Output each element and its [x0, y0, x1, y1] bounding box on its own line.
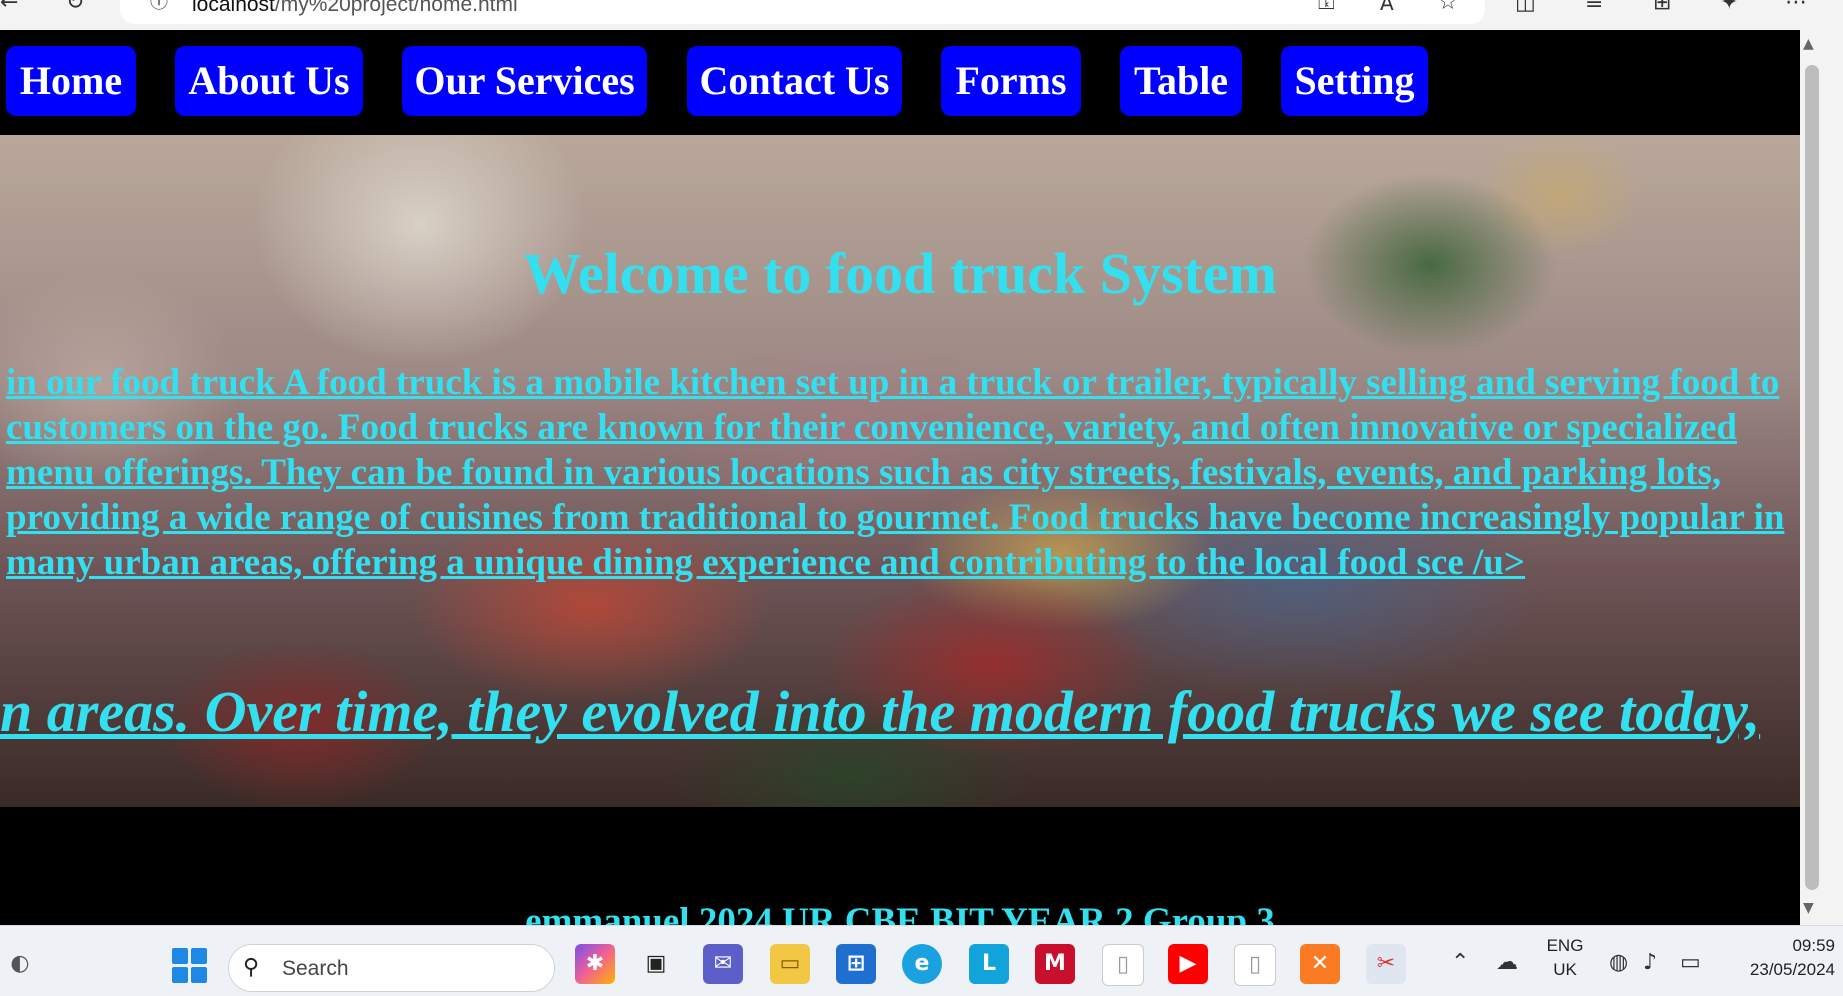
language-top[interactable]: ENG [1545, 936, 1585, 956]
edge-browser-icon[interactable]: e [902, 944, 942, 984]
nav-forms-button[interactable]: Forms [941, 46, 1081, 116]
start-button[interactable] [172, 948, 208, 984]
battery-icon[interactable]: ▭ [1680, 950, 1701, 975]
l-app-icon[interactable]: L [969, 944, 1009, 984]
split-screen-icon[interactable]: ◫ [1515, 0, 1536, 14]
nav-our-services-button[interactable]: Our Services [402, 46, 647, 116]
scroll-up-arrow-icon[interactable]: ▲ [1803, 36, 1814, 52]
show-hidden-icons-chevron-icon[interactable]: ⌃ [1451, 950, 1469, 975]
snipping-tool-icon[interactable]: ✂ [1366, 944, 1406, 984]
info-icon[interactable]: ⓘ [150, 0, 168, 14]
scroll-down-arrow-icon[interactable]: ▼ [1803, 900, 1814, 916]
clock-date[interactable]: 23/05/2024 [1725, 960, 1835, 980]
volume-icon[interactable]: ♪ [1643, 950, 1657, 975]
onedrive-cloud-icon[interactable]: ☁ [1496, 950, 1518, 975]
copilot-icon[interactable]: ✱ [575, 944, 615, 984]
favorites-list-icon[interactable]: ≡ [1585, 0, 1603, 14]
nav-table-button[interactable]: Table [1120, 46, 1242, 116]
main-nav: Home About Us Our Services Contact Us Fo… [0, 30, 1800, 135]
page-title: Welcome to food truck System [523, 241, 1277, 306]
scrolling-marquee: n areas. Over time, they evolved into th… [0, 680, 1761, 744]
store-icon[interactable]: ⊞ [836, 944, 876, 984]
collections-icon[interactable]: ⊞ [1653, 0, 1671, 14]
mcafee-icon[interactable]: M [1035, 944, 1075, 984]
youtube-icon[interactable]: ▶ [1168, 944, 1208, 984]
teams-chat-icon[interactable]: ✉ [703, 944, 743, 984]
taskbar: ◐ ⚲ Search ✱ ▣ ✉ ▭ ⊞ e L M ▯ ▶ ▯ ✕ ✂ ⌃ ☁… [0, 925, 1843, 996]
page-viewport: Home About Us Our Services Contact Us Fo… [0, 30, 1800, 925]
back-arrow-icon[interactable]: ← [0, 0, 18, 14]
nav-about-us-button[interactable]: About Us [175, 46, 363, 116]
more-options-icon[interactable]: ⋯ [1785, 0, 1807, 14]
favorite-star-icon[interactable]: ☆ [1438, 0, 1458, 14]
footer-credit: emmanuel 2024 UR CBE BIT YEAR 2 Group 3 [525, 901, 1275, 925]
taskbar-search[interactable]: ⚲ Search [228, 944, 555, 992]
network-globe-icon[interactable]: ◍ [1609, 950, 1628, 975]
key-icon[interactable]: ⚿ [1318, 0, 1335, 14]
intro-paragraph: in our food truck A food truck is a mobi… [6, 360, 1796, 585]
widgets-icon[interactable]: ◐ [0, 944, 40, 984]
nav-home-button[interactable]: Home [6, 46, 136, 116]
search-icon: ⚲ [243, 955, 260, 980]
extensions-icon[interactable]: ✦ [1720, 0, 1738, 14]
blank-file-icon[interactable]: ▯ [1102, 944, 1144, 986]
intro-lead: in our food truck [6, 362, 283, 403]
search-placeholder: Search [282, 957, 349, 980]
nav-setting-button[interactable]: Setting [1281, 46, 1428, 116]
language-bottom[interactable]: UK [1545, 960, 1585, 980]
browser-toolbar: ← ↻ ⓘ localhost/my%20project/home.html ⚿… [0, 0, 1843, 30]
refresh-icon[interactable]: ↻ [66, 0, 84, 14]
scroll-thumb[interactable] [1805, 65, 1819, 890]
read-aloud-icon[interactable]: A [1380, 0, 1394, 14]
file-explorer-icon[interactable]: ▭ [770, 944, 810, 984]
clock-time[interactable]: 09:59 [1725, 936, 1835, 956]
blank-file-icon-2[interactable]: ▯ [1234, 944, 1276, 986]
xampp-icon[interactable]: ✕ [1300, 944, 1340, 984]
task-view-icon[interactable]: ▣ [636, 944, 676, 984]
nav-contact-us-button[interactable]: Contact Us [687, 46, 902, 116]
address-text[interactable]: localhost/my%20project/home.html [192, 0, 518, 17]
